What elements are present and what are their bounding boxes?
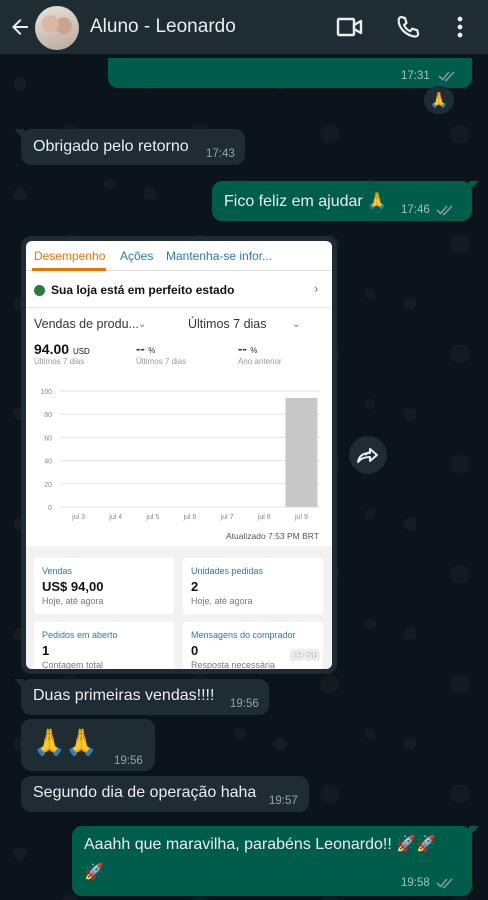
message-time: 19:57 <box>269 795 298 807</box>
compare-last-year-caption: Ano anterior <box>238 357 282 366</box>
message-text-line1: Aaahh que maravilha, parabéns Leonardo!!… <box>84 836 437 853</box>
message-text: Duas primeiras vendas!!!! <box>33 687 215 704</box>
metric-label: Mensagens do comprador <box>191 630 296 640</box>
chevron-down-icon: ⌄ <box>138 319 147 330</box>
message-text: Segundo dia de operação haha <box>33 784 257 801</box>
video-call-icon[interactable] <box>336 15 363 39</box>
metric-sub: Hoje, até agora <box>191 596 253 606</box>
sales-bar-chart: 0 20 40 60 80 100 jul 3 jul 4 jul 5 jul 6 jul 7 jul… <box>40 389 320 521</box>
metric-sales: Vendas US$ 94,00 Hoje, até agora <box>34 558 174 614</box>
metric-label: Unidades pedidas <box>191 566 264 576</box>
tab-indicator <box>32 268 106 271</box>
forward-icon <box>357 448 378 463</box>
sales-select: Vendas de produ... <box>34 317 139 331</box>
chevron-down-icon: ⌄ <box>292 319 301 330</box>
check-circle-icon <box>34 285 45 296</box>
message-time: 19:56 <box>230 698 259 710</box>
x-tick-label: jul 4 <box>108 514 122 521</box>
y-tick-label: 20 <box>44 482 52 489</box>
y-tick-label: 0 <box>48 505 52 512</box>
tab-acoes: Ações <box>120 249 154 263</box>
x-tick-label: jul 5 <box>145 514 159 521</box>
updated-time: Atualizado 7:53 PM BRT <box>226 531 319 541</box>
metric-units: Unidades pedidas 2 Hoje, até agora <box>183 558 323 614</box>
y-tick-label: 60 <box>44 435 52 442</box>
y-tick-label: 80 <box>44 412 52 419</box>
message-text: 🙏🙏 <box>33 727 98 757</box>
chat-header: Aluno - Leonardo <box>0 0 488 54</box>
reaction-emoji: 🙏 <box>429 92 449 109</box>
phone-call-icon[interactable] <box>396 14 420 40</box>
y-tick-label: 40 <box>44 459 52 466</box>
metrics-grid: Vendas US$ 94,00 Hoje, até agora Unidade… <box>26 546 332 669</box>
more-options-icon[interactable] <box>452 14 468 40</box>
metric-sub: Hoje, até agora <box>42 596 104 606</box>
metric-open-orders: Pedidos em aberto 1 Contagem total <box>34 622 174 669</box>
compare-last-year: -- % <box>238 341 258 356</box>
message-outgoing[interactable]: Fico feliz em ajudar 🙏 17:46 <box>212 181 479 221</box>
message-outgoing[interactable]: Aaahh que maravilha, parabéns Leonardo!!… <box>72 826 479 896</box>
read-receipt-icon <box>438 71 455 82</box>
read-receipt-icon <box>436 878 453 889</box>
message-time: 17:46 <box>401 204 430 216</box>
tab-bar: Desempenho Ações Mantenha-se infor... <box>26 241 332 271</box>
chart-bar <box>285 397 318 507</box>
metric-value: 2 <box>191 579 199 594</box>
message-text: Fico feliz em ajudar 🙏 <box>224 193 388 210</box>
image-message-content[interactable]: Desempenho Ações Mantenha-se infor... Su… <box>26 241 332 669</box>
message-outgoing[interactable]: 17:31 <box>108 58 472 88</box>
metric-value: 0 <box>191 643 199 658</box>
read-receipt-icon <box>436 205 453 216</box>
metric-label: Pedidos em aberto <box>42 630 118 640</box>
message-time: 17:43 <box>206 148 235 160</box>
message-time: 17:31 <box>401 70 430 82</box>
forward-button[interactable] <box>349 436 387 474</box>
message-time: 19:56 <box>290 650 319 662</box>
tab-desempenho: Desempenho <box>34 249 106 263</box>
metric-sub: Contagem total <box>42 660 104 669</box>
total-sales-caption: Últimos 7 dias <box>34 357 85 366</box>
store-status: Sua loja está em perfeito estado › <box>26 272 332 308</box>
message-reaction[interactable]: 🙏 <box>424 86 454 114</box>
message-incoming[interactable]: Duas primeiras vendas!!!! 19:56 <box>14 679 269 715</box>
back-arrow-icon[interactable] <box>8 15 32 39</box>
message-time: 19:56 <box>114 755 143 767</box>
x-tick-label: jul 8 <box>257 514 271 521</box>
message-incoming[interactable]: Segundo dia de operação haha 19:57 <box>21 776 309 812</box>
x-tick-label: jul 9 <box>294 514 308 521</box>
message-incoming[interactable]: Obrigado pelo retorno 17:43 <box>14 129 245 165</box>
x-tick-label: jul 7 <box>220 514 234 521</box>
y-tick-label: 100 <box>40 389 52 396</box>
contact-name[interactable]: Aluno - Leonardo <box>90 16 236 38</box>
metric-label: Vendas <box>42 566 73 576</box>
compare-last-7-caption: Últimos 7 dias <box>136 357 187 366</box>
metric-value: US$ 94,00 <box>42 579 104 594</box>
tab-mantenha: Mantenha-se infor... <box>166 249 273 263</box>
x-tick-label: jul 6 <box>183 514 197 521</box>
metric-sub: Resposta necessária <box>191 660 276 669</box>
status-text: Sua loja está em perfeito estado <box>51 283 235 297</box>
message-text: Obrigado pelo retorno <box>33 138 189 155</box>
total-sales: 94.00 USD <box>34 341 90 357</box>
x-tick-label: jul 3 <box>71 514 85 521</box>
message-text-line2: 🚀 <box>84 864 104 881</box>
compare-last-7: -- % <box>136 341 156 356</box>
period-select: Últimos 7 dias <box>188 317 267 331</box>
chevron-right-icon: › <box>314 281 319 296</box>
metric-value: 1 <box>42 643 50 658</box>
message-incoming[interactable]: 🙏🙏 19:56 <box>21 719 155 771</box>
message-time: 19:58 <box>401 877 430 889</box>
avatar[interactable] <box>35 6 79 50</box>
